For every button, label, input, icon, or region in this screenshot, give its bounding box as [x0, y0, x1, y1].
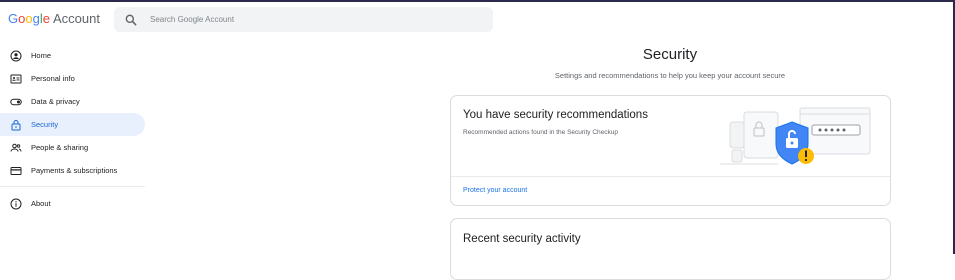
- sidebar-item-about[interactable]: About: [0, 192, 150, 215]
- page-title: Security: [642, 46, 698, 63]
- search-bar[interactable]: [114, 7, 493, 32]
- logo-letter: G: [8, 11, 19, 26]
- protect-account-link[interactable]: Protect your account: [463, 187, 527, 194]
- sidebar-item-label: People & sharing: [31, 143, 89, 152]
- security-recommendations-card[interactable]: You have security recommendations Recomm…: [450, 95, 891, 206]
- toggle-icon: [10, 96, 22, 108]
- header: Google Account: [0, 2, 953, 38]
- logo-letter: g: [32, 11, 40, 26]
- sidebar-divider: [0, 186, 145, 187]
- security-shield-illustration: [720, 107, 871, 165]
- lock-icon: [10, 119, 22, 131]
- sidebar: Home Personal info Data & privacy Securi…: [0, 44, 150, 215]
- search-input[interactable]: [148, 14, 472, 25]
- card-title: Recent security activity: [463, 233, 581, 245]
- sidebar-item-data-privacy[interactable]: Data & privacy: [0, 90, 150, 113]
- card-description: Recommended actions found in the Securit…: [463, 129, 619, 136]
- sidebar-item-label: Data & privacy: [31, 97, 80, 106]
- logo-letter: o: [25, 11, 33, 26]
- sidebar-item-payments-subscriptions[interactable]: Payments & subscriptions: [0, 159, 150, 182]
- page-subtitle: Settings and recommendations to help you…: [554, 71, 786, 80]
- sidebar-item-label: About: [31, 199, 51, 208]
- card-divider: [451, 176, 890, 177]
- card-title: You have security recommendations: [463, 109, 648, 121]
- sidebar-item-label: Payments & subscriptions: [31, 166, 118, 175]
- search-icon[interactable]: [124, 13, 138, 27]
- google-account-logo[interactable]: Google Account: [8, 11, 100, 26]
- info-icon: [10, 198, 22, 210]
- sidebar-item-label: Security: [31, 120, 59, 129]
- sidebar-item-people-sharing[interactable]: People & sharing: [0, 136, 150, 159]
- people-icon: [10, 142, 22, 154]
- logo-letter: e: [42, 11, 50, 26]
- credit-card-icon: [10, 165, 22, 177]
- recent-security-activity-card[interactable]: Recent security activity: [450, 218, 891, 280]
- sidebar-item-security[interactable]: Security: [0, 113, 145, 136]
- logo-account-text: Account: [52, 11, 100, 26]
